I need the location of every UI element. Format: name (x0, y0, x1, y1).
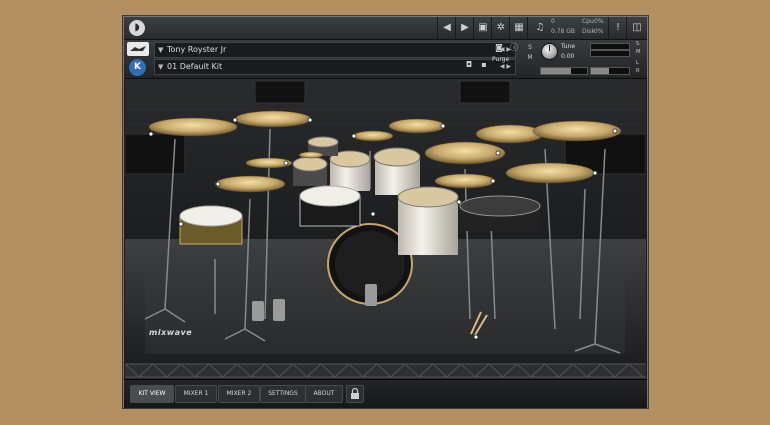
level-meter-right (590, 50, 630, 57)
instrument-name-row[interactable]: ▼ Tony Royster Jr ◀ ▶ (154, 42, 516, 58)
kit-select-row[interactable]: ▼ 01 Default Kit ◀ ▶ (154, 59, 516, 75)
tune-label: Tune (561, 43, 576, 50)
kit-name: 01 Default Kit (167, 62, 223, 71)
disk-label: Disk (582, 28, 595, 35)
drum-kit-illustration (125, 80, 646, 378)
instrument-logo-icon (127, 42, 149, 56)
truss (125, 363, 646, 378)
next-arrow-icon[interactable]: ▶ (455, 17, 474, 39)
chevron-down-icon[interactable]: ▼ (158, 43, 163, 57)
output-icon[interactable]: ◘ (464, 60, 474, 70)
midi-icon[interactable]: ♫ (527, 17, 552, 39)
tune-knob[interactable] (541, 43, 558, 60)
pan-slider[interactable] (590, 67, 630, 75)
ram-usage: 0.78 GB (551, 28, 576, 35)
disk-value: 0% (594, 28, 604, 35)
volume-slider[interactable] (540, 67, 588, 75)
rack-toms[interactable] (292, 136, 421, 195)
host-logo-icon[interactable]: ◗ (129, 20, 145, 36)
level-meter-left (590, 43, 630, 50)
meter-letter: S (636, 41, 640, 47)
host-toolbar: ◗ ◀ ▶ ▣ ✲ ▦ ♫ 0 0.78 GB Cpu 0% Disk 0% !… (124, 17, 647, 40)
gear-icon[interactable]: ✲ (491, 17, 510, 39)
meter-letter: L (636, 60, 639, 66)
side-snare[interactable] (179, 205, 243, 245)
snare-drum[interactable] (299, 185, 361, 227)
midi-count: 0 (551, 18, 555, 25)
tab-mixer-2[interactable]: MIXER 2 (218, 385, 260, 403)
save-icon[interactable]: ▣ (473, 17, 492, 39)
previous-arrow-icon[interactable]: ◀ (437, 17, 456, 39)
cpu-label: Cpu (582, 18, 594, 25)
lock-button[interactable] (346, 385, 364, 403)
purge-dropdown[interactable]: Purge (492, 56, 509, 63)
cpu-value: 0% (594, 18, 604, 25)
brand-logo: mixwave (149, 328, 193, 337)
tab-about[interactable]: ABOUT (305, 385, 343, 403)
kontakt-logo-icon[interactable]: K (129, 59, 146, 76)
midi-channel-icon[interactable]: ▪ (479, 60, 489, 70)
tune-value: 0.00 (561, 53, 575, 60)
lock-icon (351, 387, 359, 399)
plugin-window: ◗ ◀ ▶ ▣ ✲ ▦ ♫ 0 0.78 GB Cpu 0% Disk 0% !… (123, 16, 648, 408)
info-icon[interactable]: ⓘ (509, 43, 519, 53)
volume-slider-fill (541, 68, 571, 74)
tab-mixer-1[interactable]: MIXER 1 (175, 385, 217, 403)
browser-icon[interactable]: ▦ (509, 17, 528, 39)
tab-settings[interactable]: SETTINGS (260, 385, 306, 403)
view-toggle-icon[interactable]: ◫ (626, 17, 647, 39)
view-tabs: KIT VIEW MIXER 1 MIXER 2 SETTINGS ABOUT (124, 379, 647, 408)
tab-kit-view[interactable]: KIT VIEW (130, 385, 174, 403)
drum-kit-stage: mixwave (125, 79, 646, 379)
meter-letter: M (636, 49, 641, 55)
second-floor-tom[interactable] (459, 195, 541, 231)
pan-slider-fill (591, 68, 609, 74)
meter-letter: R (636, 68, 640, 74)
chevron-down-icon[interactable]: ▼ (158, 60, 163, 74)
warning-icon[interactable]: ! (608, 17, 627, 39)
solo-mute-icon[interactable]: SM (526, 43, 534, 73)
camera-icon[interactable]: ◙ (494, 43, 504, 53)
instrument-name: Tony Royster Jr (167, 45, 227, 54)
instrument-header: K ▼ Tony Royster Jr ◀ ▶ ▼ 01 Default Kit… (124, 40, 647, 79)
floor-tom[interactable] (397, 186, 459, 255)
